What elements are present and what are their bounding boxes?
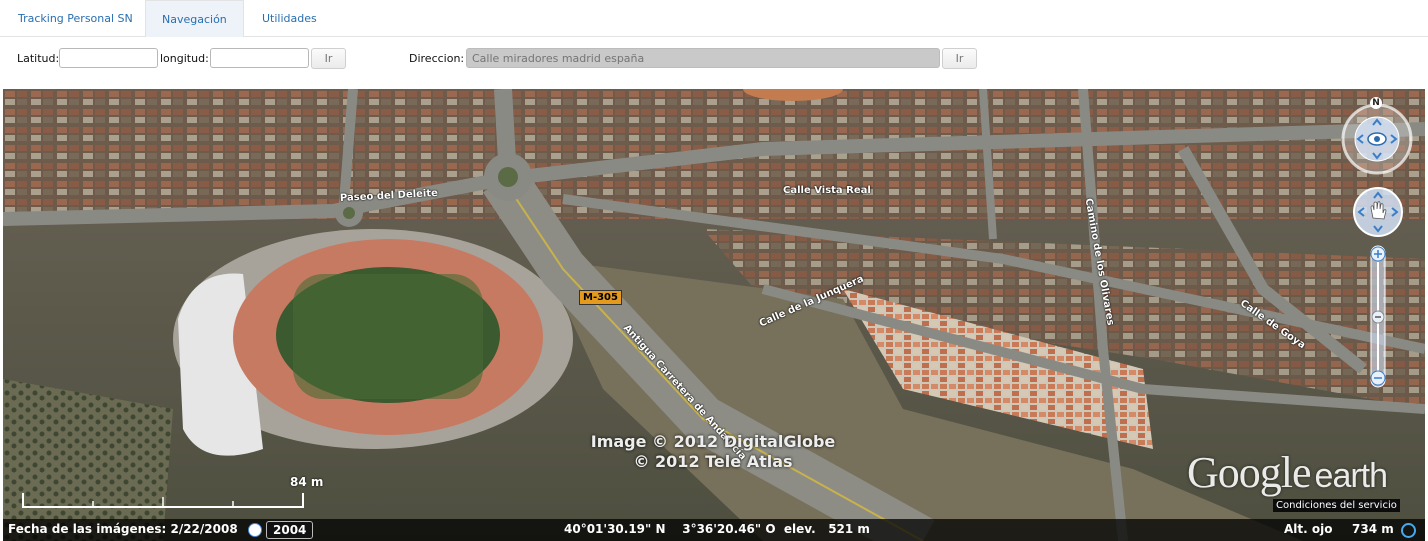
tab-tracking[interactable]: Tracking Personal SN — [2, 0, 149, 36]
tab-bar: Tracking Personal SN Navegación Utilidad… — [0, 0, 1428, 37]
scale-label: 84 m — [290, 475, 324, 489]
imagery-date: Fecha de las imágenes: 2/22/2008 — [8, 522, 238, 536]
zoom-slider[interactable] — [1368, 244, 1388, 389]
status-bar: Fecha de las imágenes: 2/22/2008 2004 40… — [3, 519, 1425, 541]
address-label: Direccion: — [409, 52, 465, 65]
go-address-button[interactable]: Ir — [942, 48, 977, 69]
google-logo-text: Google — [1187, 448, 1312, 497]
road-shield-m305: M-305 — [579, 290, 622, 305]
scale-bar — [22, 493, 304, 508]
google-earth-logo: Google earth — [1187, 447, 1388, 498]
credit-teleatlas: © 2012 Tele Atlas — [633, 452, 793, 471]
coordinates-readout: 40°01'30.19" N 3°36'20.46" O elev. 521 m — [564, 522, 870, 536]
compass-north-indicator[interactable]: N — [1370, 97, 1382, 109]
imagery-credits: Image © 2012 DigitalGlobe © 2012 Tele At… — [563, 432, 863, 472]
road-label-vista-real: Calle Vista Real — [783, 185, 871, 196]
tab-navegacion[interactable]: Navegación — [145, 0, 244, 37]
eye-altitude-value: 734 m — [1352, 522, 1394, 536]
streaming-status-icon — [1401, 523, 1416, 538]
eye-altitude-label: Alt. ojo — [1284, 522, 1333, 536]
latitude-label: Latitud: — [17, 52, 60, 65]
longitude-label: longitud: — [160, 52, 209, 65]
pan-control[interactable] — [1352, 186, 1404, 238]
credit-digitalglobe: Image © 2012 DigitalGlobe — [590, 432, 836, 451]
earth-logo-text: earth — [1314, 457, 1388, 495]
terms-of-service-link[interactable]: Condiciones del servicio — [1273, 499, 1400, 512]
historical-year-button[interactable]: 2004 — [266, 521, 314, 539]
search-form: Latitud: longitud: Ir Direccion: Ir — [0, 47, 1428, 71]
tab-utilidades[interactable]: Utilidades — [246, 0, 333, 36]
address-input[interactable] — [466, 48, 940, 68]
latitude-input[interactable] — [59, 48, 158, 68]
longitude-input[interactable] — [210, 48, 309, 68]
historical-imagery-clock-icon[interactable] — [248, 523, 262, 537]
earth-map-view[interactable]: Paseo del Deleite Calle Vista Real Camin… — [3, 89, 1425, 541]
go-coords-button[interactable]: Ir — [311, 48, 346, 69]
